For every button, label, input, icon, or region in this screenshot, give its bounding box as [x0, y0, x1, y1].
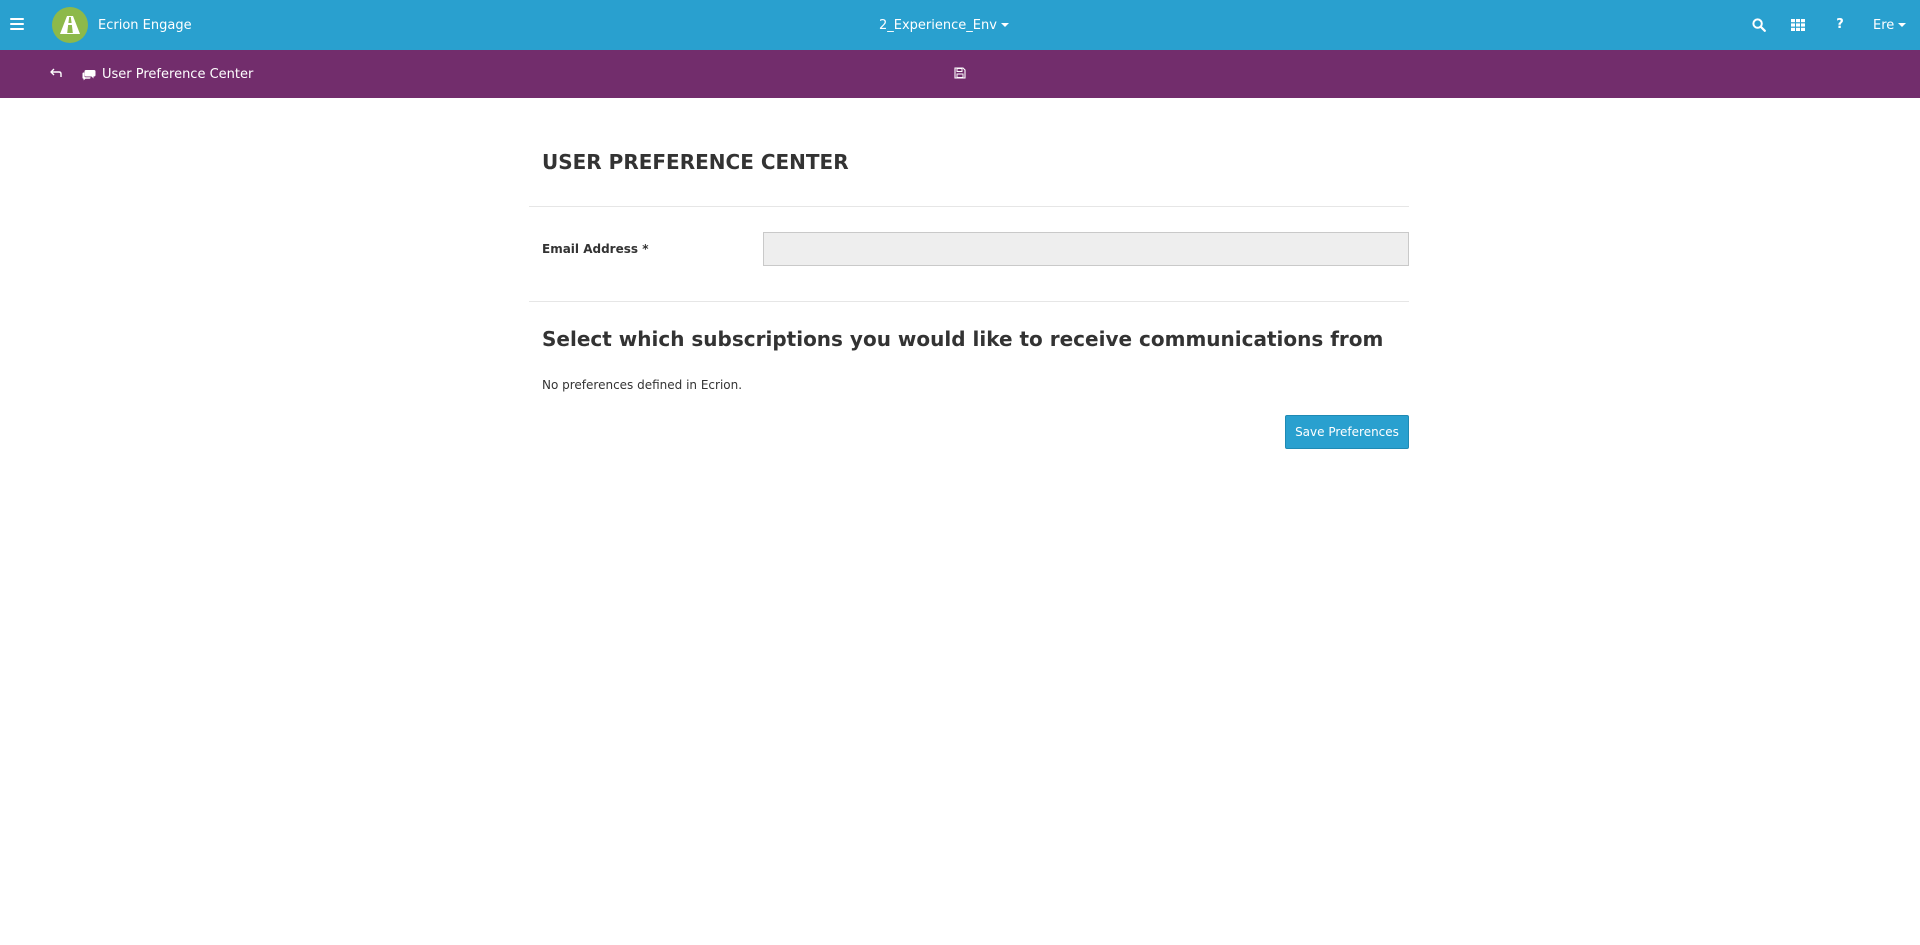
divider — [529, 301, 1409, 302]
caret-down-icon — [1000, 22, 1009, 27]
back-arrow-icon[interactable] — [48, 65, 64, 81]
logo-road-icon[interactable] — [52, 7, 88, 43]
top-app-bar: Ecrion Engage 2_Experience_Env ? Ere — [0, 0, 1920, 50]
user-menu[interactable]: Ere — [1873, 17, 1907, 34]
user-name: Ere — [1873, 18, 1895, 33]
caret-down-icon — [1898, 22, 1907, 27]
environment-name: 2_Experience_Env — [879, 18, 997, 33]
search-icon[interactable] — [1749, 15, 1769, 35]
page-title: User Preference Center — [102, 67, 254, 82]
help-icon[interactable]: ? — [1830, 15, 1850, 35]
divider — [529, 206, 1409, 207]
email-label: Email Address * — [542, 242, 649, 256]
menu-icon[interactable] — [10, 13, 28, 35]
email-field[interactable] — [763, 232, 1409, 266]
page-heading: USER PREFERENCE CENTER — [542, 150, 849, 174]
no-preferences-message: No preferences defined in Ecrion. — [542, 378, 743, 392]
page-toolbar: User Preference Center — [0, 50, 1920, 98]
subscriptions-heading: Select which subscriptions you would lik… — [542, 327, 1384, 351]
grid-icon[interactable] — [1788, 15, 1808, 35]
environment-selector[interactable]: 2_Experience_Env — [879, 17, 1009, 34]
comments-icon — [82, 66, 98, 81]
save-icon[interactable] — [952, 65, 968, 81]
save-preferences-button[interactable]: Save Preferences — [1285, 415, 1409, 449]
app-name[interactable]: Ecrion Engage — [98, 17, 192, 34]
